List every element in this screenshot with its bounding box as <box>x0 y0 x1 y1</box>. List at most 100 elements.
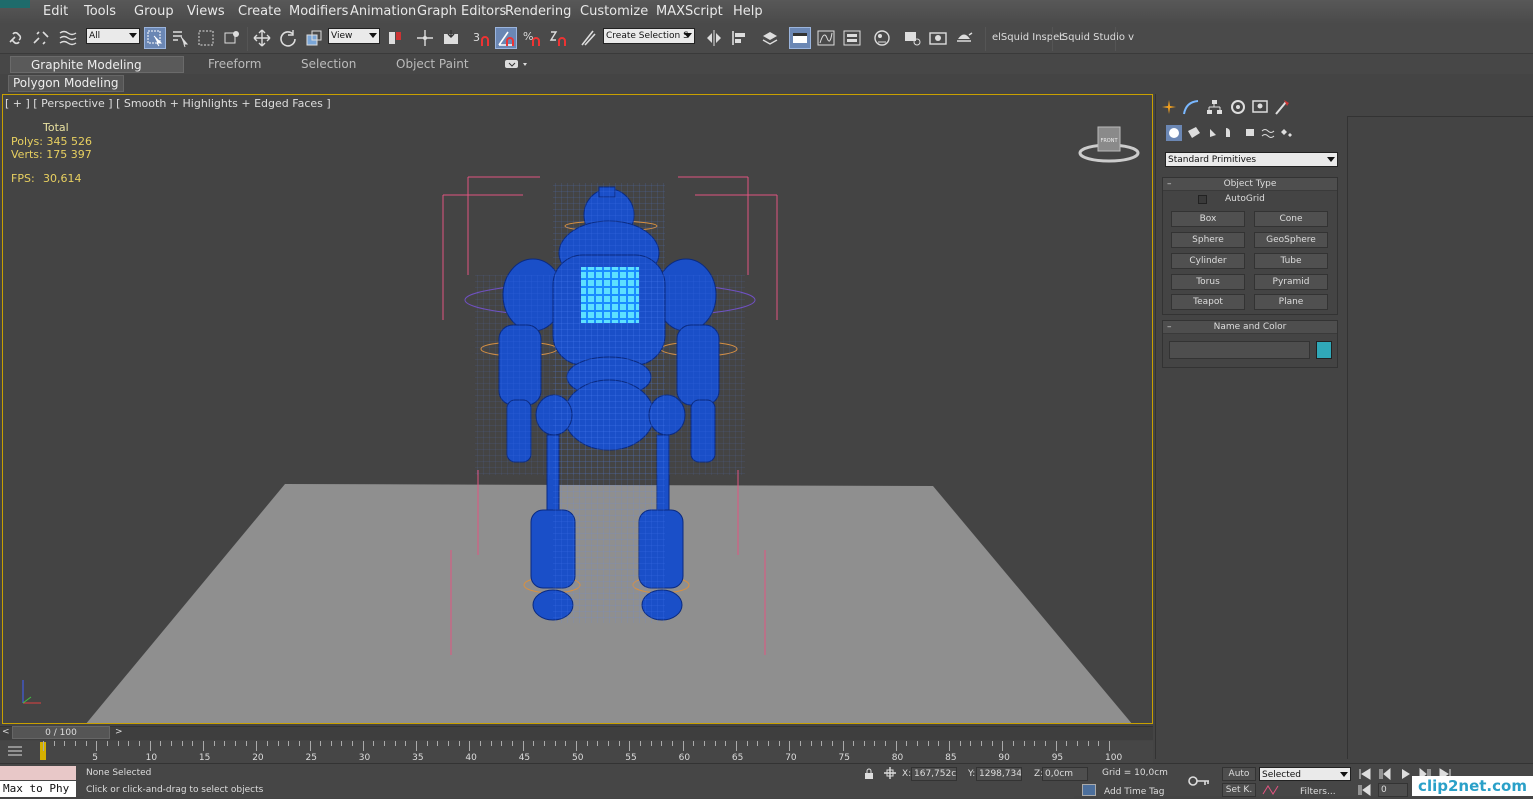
select-and-manipulate-icon[interactable] <box>414 27 436 49</box>
lights-category-icon[interactable] <box>1208 125 1224 141</box>
menu-graph-editors[interactable]: Graph Editors <box>417 4 506 19</box>
shapes-category-icon[interactable] <box>1187 125 1203 141</box>
name-color-rollout-header[interactable]: – Name and Color <box>1163 321 1337 334</box>
app-logo[interactable] <box>0 0 30 8</box>
edit-named-selection-icon[interactable] <box>577 27 599 49</box>
link-icon[interactable] <box>5 27 27 49</box>
viewcube-icon[interactable]: FRONT <box>1078 123 1140 165</box>
absolute-mode-icon[interactable] <box>884 767 896 779</box>
bind-spacewarp-icon[interactable] <box>56 27 78 49</box>
menu-help[interactable]: Help <box>733 4 763 19</box>
z-coordinate-field[interactable]: 0,0cm <box>1042 767 1088 781</box>
current-frame-field[interactable]: 0 <box>1378 783 1408 797</box>
named-selection-dropdown[interactable]: Create Selection S <box>603 28 695 44</box>
maxscript-input[interactable]: Max to Phy <box>0 781 76 797</box>
tab-motion[interactable] <box>1228 98 1249 116</box>
time-tag-icon[interactable] <box>1082 784 1096 796</box>
render-setup-icon[interactable] <box>901 27 923 49</box>
angle-snap-icon[interactable] <box>495 27 517 49</box>
maxscript-listener-mini[interactable] <box>0 766 76 780</box>
curve-editor-icon[interactable] <box>815 27 837 49</box>
tab-selection[interactable]: Selection <box>301 56 356 73</box>
menu-tools[interactable]: Tools <box>84 4 116 19</box>
set-key-button[interactable]: Set K. <box>1222 783 1256 797</box>
align-icon[interactable] <box>729 27 751 49</box>
tab-utilities[interactable] <box>1272 98 1293 116</box>
move-icon[interactable] <box>251 27 273 49</box>
object-type-rollout-header[interactable]: – Object Type <box>1163 178 1337 191</box>
x-coordinate-field[interactable]: 167,752cm <box>911 767 957 781</box>
cone-button[interactable]: Cone <box>1254 211 1328 227</box>
percent-snap-icon[interactable]: % <box>521 27 543 49</box>
scale-icon[interactable] <box>303 27 325 49</box>
material-editor-icon[interactable] <box>871 27 893 49</box>
menu-modifiers[interactable]: Modifiers <box>289 4 348 19</box>
reference-coordinate-dropdown[interactable]: View <box>328 28 380 44</box>
selection-lock-icon[interactable] <box>864 768 874 780</box>
y-coordinate-field[interactable]: 1298,734c <box>976 767 1022 781</box>
auto-key-button[interactable]: Auto <box>1222 767 1256 781</box>
tab-graphite-modeling-tools[interactable]: Graphite Modeling Tools <box>10 56 184 89</box>
helpers-category-icon[interactable] <box>1244 125 1260 141</box>
select-object-icon[interactable] <box>144 27 166 49</box>
plugin-elsquid-studio[interactable]: lSquid Studio v <box>1059 32 1134 43</box>
snaps-toggle-icon[interactable]: 3 <box>470 27 492 49</box>
trackbar[interactable]: 5 10 15 20 25 30 35 40 45 50 55 60 65 70 75 80 85 90 95 100 <box>0 741 1153 763</box>
menu-maxscript[interactable]: MAXScript <box>656 4 723 19</box>
keyboard-shortcut-icon[interactable] <box>440 27 462 49</box>
time-slider-next-icon[interactable]: > <box>115 727 123 737</box>
menu-views[interactable]: Views <box>187 4 225 19</box>
menu-group[interactable]: Group <box>134 4 174 19</box>
geometry-category-icon[interactable] <box>1166 125 1182 141</box>
plane-button[interactable]: Plane <box>1254 294 1328 310</box>
tab-freeform[interactable]: Freeform <box>208 56 261 73</box>
layer-manager-icon[interactable] <box>759 27 781 49</box>
polygon-modeling-panel[interactable]: Polygon Modeling <box>8 75 124 92</box>
torus-button[interactable]: Torus <box>1171 274 1245 290</box>
ribbon-options-dropdown-icon[interactable] <box>504 58 530 70</box>
selection-filter-dropdown[interactable]: All <box>86 28 140 44</box>
select-by-name-icon[interactable] <box>169 27 191 49</box>
spinner-snap-icon[interactable] <box>547 27 569 49</box>
teapot-button[interactable]: Teapot <box>1171 294 1245 310</box>
time-slider-prev-icon[interactable]: < <box>2 727 10 737</box>
box-button[interactable]: Box <box>1171 211 1245 227</box>
rotate-icon[interactable] <box>277 27 299 49</box>
rendered-frame-window-icon[interactable] <box>927 27 949 49</box>
tab-modify[interactable] <box>1181 98 1202 116</box>
unlink-icon[interactable] <box>30 27 52 49</box>
object-name-input[interactable] <box>1169 341 1310 359</box>
menu-customize[interactable]: Customize <box>580 4 648 19</box>
spacewarps-category-icon[interactable] <box>1262 125 1278 141</box>
pyramid-button[interactable]: Pyramid <box>1254 274 1328 290</box>
window-crossing-icon[interactable] <box>221 27 243 49</box>
mirror-icon[interactable] <box>703 27 725 49</box>
cylinder-button[interactable]: Cylinder <box>1171 253 1245 269</box>
menu-edit[interactable]: Edit <box>43 4 68 19</box>
previous-frame-icon[interactable] <box>1378 767 1394 781</box>
time-slider[interactable]: 0 / 100 <box>12 726 110 739</box>
pivot-center-icon[interactable] <box>384 27 406 49</box>
sphere-button[interactable]: Sphere <box>1171 232 1245 248</box>
object-color-swatch[interactable] <box>1316 341 1332 359</box>
set-key-icon[interactable] <box>1188 774 1210 788</box>
cameras-category-icon[interactable] <box>1225 125 1241 141</box>
geosphere-button[interactable]: GeoSphere <box>1254 232 1328 248</box>
key-mode-toggle-icon[interactable] <box>1358 784 1374 796</box>
key-mode-icon[interactable] <box>1262 784 1280 796</box>
tab-object-paint[interactable]: Object Paint <box>396 56 469 73</box>
menu-create[interactable]: Create <box>238 4 281 19</box>
tube-button[interactable]: Tube <box>1254 253 1328 269</box>
graphite-toggle-icon[interactable] <box>789 27 811 49</box>
menu-animation[interactable]: Animation <box>350 4 416 19</box>
rect-selection-icon[interactable] <box>195 27 217 49</box>
schematic-view-icon[interactable] <box>841 27 863 49</box>
menu-rendering[interactable]: Rendering <box>505 4 571 19</box>
autogrid-checkbox[interactable] <box>1198 195 1207 204</box>
goto-start-icon[interactable] <box>1358 767 1374 781</box>
render-production-icon[interactable] <box>953 27 975 49</box>
perspective-viewport[interactable]: [ + ] [ Perspective ] [ Smooth + Highlig… <box>2 94 1153 724</box>
tab-hierarchy[interactable] <box>1204 98 1225 116</box>
primitive-category-dropdown[interactable]: Standard Primitives <box>1165 152 1338 167</box>
systems-category-icon[interactable] <box>1280 125 1296 141</box>
